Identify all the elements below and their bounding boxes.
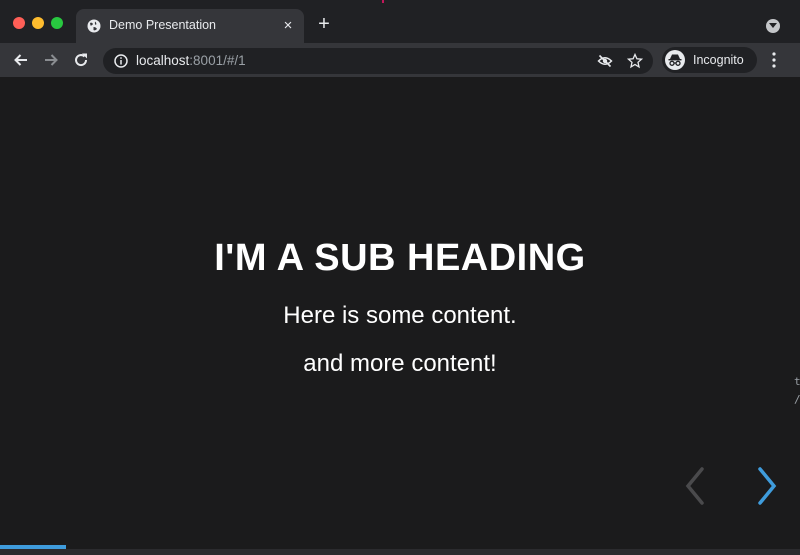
- incognito-profile-button[interactable]: Incognito: [662, 47, 757, 73]
- address-bar[interactable]: localhost:8001/#/1: [103, 48, 653, 74]
- chevron-left-icon: [685, 467, 704, 505]
- close-tab-button[interactable]: ×: [280, 18, 296, 34]
- top-marker: [382, 0, 384, 3]
- toolbar: localhost:8001/#/1 Incognito: [0, 43, 800, 77]
- slide-heading: I'M A SUB HEADING: [214, 237, 586, 279]
- chevron-down-icon: [769, 23, 777, 28]
- minimize-window-button[interactable]: [32, 17, 44, 29]
- info-icon[interactable]: [114, 54, 128, 68]
- new-tab-button[interactable]: +: [315, 14, 333, 34]
- reload-icon[interactable]: [72, 51, 90, 69]
- globe-icon: [87, 19, 101, 33]
- tab-strip: Demo Presentation × +: [0, 0, 800, 43]
- slide-paragraph: and more content!: [303, 350, 497, 377]
- edge-text: t: [794, 375, 800, 388]
- url-host: localhost: [136, 53, 190, 68]
- presentation-viewport: I'M A SUB HEADING Here is some content. …: [0, 77, 800, 555]
- incognito-label: Incognito: [693, 53, 744, 67]
- close-window-button[interactable]: [13, 17, 25, 29]
- tab-demo-presentation[interactable]: Demo Presentation ×: [76, 9, 304, 43]
- back-icon[interactable]: [12, 51, 30, 69]
- bookmark-star-icon[interactable]: [627, 53, 643, 69]
- bottom-strip: [0, 549, 800, 555]
- forward-icon[interactable]: [42, 51, 60, 69]
- chevron-right-icon: [758, 467, 777, 505]
- browser-window: Demo Presentation × + localhost:8001/#/1…: [0, 0, 800, 555]
- next-slide-button[interactable]: [752, 465, 782, 507]
- url-text: localhost:8001/#/1: [136, 53, 246, 68]
- maximize-window-button[interactable]: [51, 17, 63, 29]
- slide-paragraph: Here is some content.: [283, 302, 517, 329]
- tab-search-button[interactable]: [766, 19, 780, 33]
- eye-off-icon[interactable]: [597, 53, 613, 69]
- edge-text: /: [794, 393, 800, 406]
- more-vert-icon[interactable]: [766, 51, 782, 69]
- tab-title: Demo Presentation: [109, 18, 217, 32]
- url-path: :8001/#/1: [189, 53, 246, 68]
- previous-slide-button[interactable]: [680, 465, 710, 507]
- incognito-icon: [665, 50, 685, 70]
